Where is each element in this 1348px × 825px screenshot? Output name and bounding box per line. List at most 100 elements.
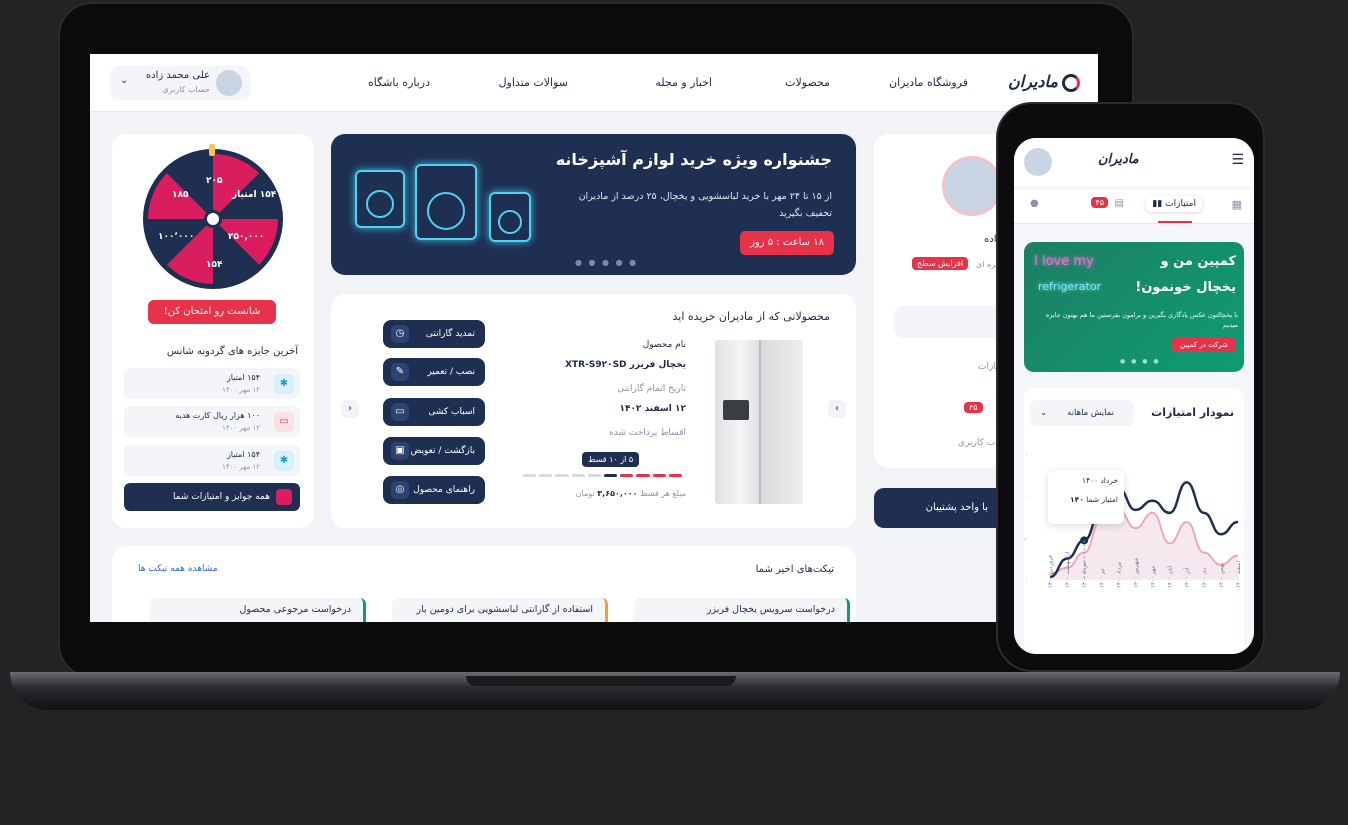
avatar[interactable] bbox=[1024, 148, 1052, 176]
extend-warranty-button[interactable]: تمدید گارانتی ◷ bbox=[383, 320, 485, 348]
x-tick-label: فروردین ۱۴۰۰ bbox=[1048, 555, 1054, 588]
wheel-label: ۲۰۵ bbox=[206, 176, 223, 186]
avatar bbox=[216, 70, 242, 96]
account-link[interactable]: ب کاربری bbox=[958, 438, 995, 448]
join-campaign-button[interactable]: شرکت در کمپین bbox=[1172, 338, 1236, 352]
ticket-item[interactable]: درخواست سرویس یخچال فریزر bbox=[634, 598, 850, 622]
return-exchange-button[interactable]: بازگشت / تعویض ▣ bbox=[383, 437, 485, 465]
points-chart-card: نمودار امتیازات نمایش ماهانه⌄ ۰ ۱۵۰ ۳۰۰ ۱۵۰… bbox=[1024, 388, 1244, 654]
gift-card-icon: ▭ bbox=[274, 412, 294, 432]
installment-segment bbox=[636, 474, 650, 477]
wheel-label: ۱۸۵ bbox=[172, 190, 189, 200]
user-menu[interactable]: علی محمد زاده حساب کاربری ⌄ bbox=[110, 66, 250, 100]
installment-segment bbox=[555, 474, 569, 477]
star-icon: ✱ bbox=[274, 451, 294, 471]
product-guide-button[interactable]: راهنمای محصول ◎ bbox=[383, 476, 485, 504]
promo-banner[interactable]: جشنواره ویژه خرید لوازم آشپزخانه از ۱۵ ت… bbox=[331, 134, 856, 275]
moving-button[interactable]: اسباب کشی ▭ bbox=[383, 398, 485, 426]
carousel-dots[interactable]: ● ● ● ● ● bbox=[575, 258, 638, 267]
tooltip-month: خرداد ۱۴۰۰ bbox=[1081, 476, 1118, 485]
user-icon[interactable]: ● bbox=[1030, 198, 1039, 209]
monthly-filter-select[interactable]: نمایش ماهانه ⌄ bbox=[1030, 400, 1134, 426]
installment-segment bbox=[652, 474, 666, 477]
warranty-value: ۱۲ اسفند ۱۴۰۲ bbox=[619, 404, 686, 414]
user-name: علی محمد زاده bbox=[145, 70, 210, 81]
campaign-title-2: یخچال خونمون! bbox=[1135, 280, 1236, 295]
x-tick-label: دی ۱۴۰۰ bbox=[1202, 567, 1208, 588]
clock-icon: ◷ bbox=[391, 325, 409, 343]
countdown-timer: ۱۸ ساعت : ۵ روز bbox=[740, 231, 834, 255]
top-navbar: ماديران فروشگاه ماديران محصولات اخبار و … bbox=[90, 54, 1098, 112]
amount-label: مبلغ هر قسط bbox=[640, 489, 686, 498]
upgrade-level-button[interactable]: افزایش سطح bbox=[912, 257, 969, 270]
campaign-title-1: کمپین من و bbox=[1160, 254, 1236, 269]
try-luck-button[interactable]: شانست رو امتحان کن! bbox=[148, 300, 276, 324]
installment-segment bbox=[587, 474, 601, 477]
installment-segment bbox=[620, 474, 634, 477]
installment-segment bbox=[604, 474, 618, 477]
phone-logo: ماديران bbox=[1098, 152, 1139, 167]
x-tick-label: آذر ۱۴۰۰ bbox=[1184, 567, 1191, 588]
installment-segment bbox=[571, 474, 585, 477]
x-tick-label: مهر ۱۴۰۰ bbox=[1151, 566, 1157, 588]
nav-item-news[interactable]: اخبار و مجله bbox=[655, 76, 712, 89]
wheel-label: ۲۵۰,۰۰۰ bbox=[228, 232, 265, 242]
x-tick-label: آبان ۱۴۰۰ bbox=[1167, 565, 1174, 588]
lucky-wheel-card: ۲۵۰,۰۰۰ ۱۰۰٬۰۰۰ ۲۰۵ ۱۵۴ ۱۵۴ امتیاز ۱۸۵ ش… bbox=[112, 134, 314, 528]
gift-icon bbox=[276, 489, 292, 505]
y-tick-label: ۳۰۰ bbox=[1024, 494, 1028, 501]
wheel-label: ۱۵۴ bbox=[206, 260, 223, 270]
profile-avatar bbox=[942, 156, 1002, 216]
washer-icon bbox=[489, 192, 531, 242]
chevron-down-icon: ⌄ bbox=[120, 75, 129, 86]
x-tick-label: بهمن ۱۴۰۰ bbox=[1219, 563, 1225, 588]
y-tick-label: ۰ bbox=[1025, 578, 1028, 585]
guide-icon: ◎ bbox=[391, 481, 409, 499]
data-point-marker[interactable] bbox=[1080, 536, 1089, 545]
truck-icon: ▭ bbox=[391, 403, 409, 421]
nav-item-about[interactable]: درباره باشگاه bbox=[368, 76, 430, 89]
prize-item: ۱۵۴ امتیاز ۱۲ مهر ۱۴۰۰ ✱ bbox=[124, 445, 300, 476]
installment-segment bbox=[523, 474, 537, 477]
nav-item-faq[interactable]: سوالات متداول bbox=[499, 76, 568, 89]
tooltip-points: امتیاز شما ۱۴۰ bbox=[1070, 495, 1118, 504]
install-repair-button[interactable]: نصب / تعمیر ✎ bbox=[383, 358, 485, 386]
gift-icon[interactable]: ▤ bbox=[1115, 198, 1124, 209]
ticket-item[interactable]: استفاده از گارانتی لباسشویی برای دومین ب… bbox=[392, 598, 608, 622]
installment-badge: ۵ از ۱۰ قسط bbox=[582, 452, 640, 467]
chart-tooltip: خرداد ۱۴۰۰ امتیاز شما ۱۴۰ bbox=[1048, 470, 1124, 524]
phone-tabs: ▦ امتیازات ▮▮ ▤ ۴۵ ● bbox=[1014, 190, 1254, 224]
installment-segment bbox=[668, 474, 682, 477]
product-name-label: نام محصول bbox=[642, 340, 686, 350]
next-arrow-icon[interactable]: › bbox=[828, 400, 846, 418]
phone-screen: ☰ ماديران ▦ امتیازات ▮▮ ▤ ۴۵ ● کمپین من … bbox=[1014, 138, 1254, 654]
lucky-wheel[interactable]: ۲۵۰,۰۰۰ ۱۰۰٬۰۰۰ ۲۰۵ ۱۵۴ ۱۵۴ امتیاز ۱۸۵ bbox=[143, 144, 283, 289]
x-tick-label: تیر ۱۴۰۰ bbox=[1099, 568, 1105, 588]
prize-item: ۱۵۴ امتیاز ۱۲ مهر ۱۴۰۰ ✱ bbox=[124, 368, 300, 399]
x-tick-label: مرداد ۱۴۰۰ bbox=[1116, 562, 1122, 588]
wheel-label: ۱۵۴ امتیاز bbox=[232, 190, 277, 200]
warranty-label: تاریخ اتمام گارانتی bbox=[617, 384, 686, 394]
chevron-down-icon: ⌄ bbox=[1040, 408, 1048, 418]
ticket-item[interactable]: درخواست مرجوعی محصول bbox=[150, 598, 366, 622]
carousel-dots[interactable]: ● ● ● ● bbox=[1120, 358, 1161, 365]
x-tick-label: اردیبهشت ۱۴۰۰ bbox=[1065, 551, 1071, 588]
installment-progress bbox=[523, 474, 685, 477]
all-prizes-button[interactable]: همه جوایز و امتیازات شما bbox=[124, 483, 300, 511]
wheel-label: ۱۰۰٬۰۰۰ bbox=[158, 232, 195, 242]
campaign-banner[interactable]: کمپین من و یخچال خونمون! I love my refri… bbox=[1024, 242, 1244, 372]
campaign-text: با یخچالتون عکس یادگاری بگیرین و برامون … bbox=[1045, 311, 1238, 329]
brand-logo[interactable]: ماديران bbox=[1008, 72, 1080, 92]
tab-points[interactable]: امتیازات ▮▮ bbox=[1146, 196, 1202, 212]
amount-unit: تومان bbox=[575, 489, 595, 498]
laptop-screen: ماديران فروشگاه ماديران محصولات اخبار و … bbox=[90, 54, 1098, 622]
nav-item-store[interactable]: فروشگاه ماديران bbox=[889, 76, 968, 89]
amount-value: ۳,۶۵۰,۰۰۰ bbox=[597, 489, 638, 498]
prev-arrow-icon[interactable]: ‹ bbox=[341, 400, 359, 418]
menu-icon[interactable]: ☰ bbox=[1231, 152, 1244, 168]
nav-item-products[interactable]: محصولات bbox=[785, 76, 830, 89]
see-all-tickets-link[interactable]: مشاهده همه تیکت ها bbox=[138, 564, 218, 574]
neon-text: refrigerator bbox=[1038, 280, 1102, 293]
fridge-image bbox=[715, 340, 803, 504]
grid-icon[interactable]: ▦ bbox=[1232, 198, 1242, 211]
